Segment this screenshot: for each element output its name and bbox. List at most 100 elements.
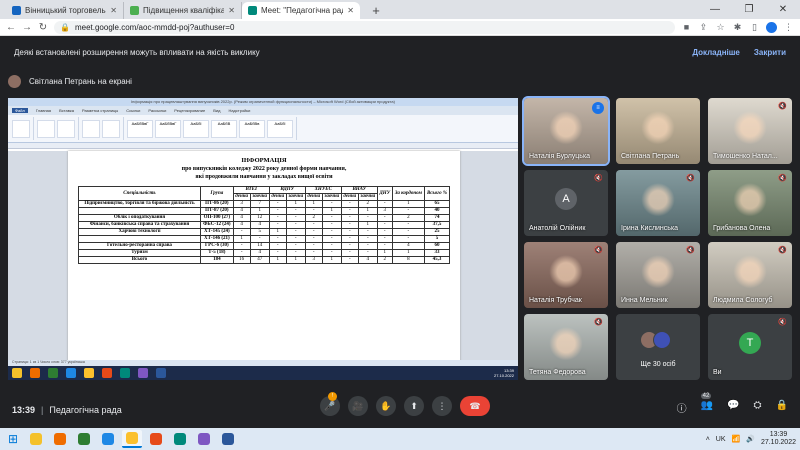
profile-avatar[interactable]	[766, 21, 777, 33]
browser-tab-active[interactable]: Meet: "Педагогічна рада "✕	[242, 2, 360, 19]
cell-group: ПТ-87 (20)	[199, 207, 234, 215]
language-indicator[interactable]: UK	[716, 436, 726, 443]
taskbar-app-icon[interactable]	[194, 430, 214, 448]
back-icon[interactable]: ←	[6, 22, 16, 33]
taskbar-app-icon[interactable]	[146, 430, 166, 448]
extensions-icon[interactable]: ✱	[732, 22, 743, 33]
taskbar-app-icon[interactable]	[26, 430, 46, 448]
activities-icon[interactable]: ⛭	[754, 400, 762, 415]
header-university: ХНУЕС	[304, 186, 342, 194]
chat-icon[interactable]: 💬	[727, 400, 739, 415]
word-ribbon-tab[interactable]: Разметка страницы	[82, 108, 118, 113]
maximize-button[interactable]: ❐	[732, 0, 766, 19]
call-controls: 🎤! 🎥 ✋ ⬆ ⋮ ☎	[320, 392, 490, 416]
participants-grid: Наталія Бурлуцька ≡ Світлана Петрань Тимоше…	[522, 96, 792, 380]
paragraph-group	[82, 117, 124, 140]
word-ribbon-tab[interactable]: Рецензирование	[174, 108, 205, 113]
participant-tile[interactable]: Тетяна Федорова 🔇	[524, 314, 608, 380]
participant-tile[interactable]: Наталія Бурлуцька ≡	[522, 96, 610, 166]
tab-close-icon[interactable]: ✕	[110, 6, 117, 15]
system-tray: ˄ UK 📶 🔊 13:39 27.10.2022	[706, 431, 796, 447]
camera-button[interactable]: 🎥	[348, 396, 368, 416]
more-participants-tile[interactable]: Ще 30 осіб	[616, 314, 700, 380]
bookmark-star-icon[interactable]: ☆	[715, 22, 726, 33]
table-cell: 2	[391, 214, 426, 222]
cell-total: 60	[424, 242, 450, 250]
app-icon	[102, 433, 114, 445]
menu-dots-icon[interactable]: ⋮	[783, 22, 794, 33]
taskbar-app-icon[interactable]	[170, 430, 190, 448]
url-input[interactable]: 🔒 meet.google.com/aoc-mmdd-poj?authuser=…	[54, 20, 675, 34]
details-link[interactable]: Докладніше	[692, 48, 740, 57]
reload-icon[interactable]: ↻	[38, 22, 48, 33]
browser-tab[interactable]: Підвищення кваліфікації✕	[124, 2, 242, 19]
cell-group: ХТ-146 (21)	[199, 235, 234, 243]
participant-tile[interactable]: Ірина Кислинська 🔇	[616, 170, 700, 236]
participant-tile[interactable]: Т Ви 🔇	[708, 314, 792, 380]
table-cell: -	[321, 249, 342, 257]
more-options-button[interactable]: ⋮	[432, 396, 452, 416]
close-window-button[interactable]: ✕	[766, 0, 800, 19]
minimize-button[interactable]: —	[698, 0, 732, 19]
present-button[interactable]: ⬆	[404, 396, 424, 416]
host-controls-icon[interactable]: 🔒	[776, 400, 788, 415]
cell-total: 5	[424, 235, 450, 243]
word-ruler	[8, 143, 518, 149]
share-icon[interactable]: ⇪	[698, 22, 709, 33]
table-cell: -	[304, 207, 323, 215]
header-abroad: За кордоном	[391, 186, 426, 201]
tray-arrow-icon[interactable]: ˄	[706, 436, 710, 443]
people-icon[interactable]: 👥 42	[700, 393, 713, 415]
microphone-button[interactable]: 🎤!	[320, 392, 340, 416]
taskbar-app-icon[interactable]	[50, 430, 70, 448]
participant-tile[interactable]: Грибанова Олена 🔇	[708, 170, 792, 236]
participant-tile[interactable]: Світлана Петрань	[616, 98, 700, 164]
new-tab-button[interactable]: +	[368, 2, 384, 18]
word-ribbon-tab[interactable]: Рассылки	[148, 108, 166, 113]
sidebar-icon[interactable]: ▯	[749, 22, 760, 33]
tab-close-icon[interactable]: ✕	[228, 6, 235, 15]
camera-icon[interactable]: ■	[681, 22, 692, 32]
taskbar-app-icon[interactable]	[122, 430, 142, 448]
participant-tile[interactable]: Людмила Сологуб 🔇	[708, 242, 792, 308]
participant-tile[interactable]: A Анатолій Олійник 🔇	[524, 170, 608, 236]
word-ribbon-tab[interactable]: Надстройки	[228, 108, 250, 113]
more-participants-label: Ще 30 осіб	[640, 361, 676, 368]
table-cell: -	[376, 200, 393, 208]
info-icon[interactable]: ⓘ	[677, 400, 687, 415]
muted-mic-icon: 🔇	[686, 175, 695, 182]
dismiss-link[interactable]: Закрити	[754, 48, 786, 57]
table-cell: -	[376, 214, 393, 222]
start-button[interactable]: ⊞	[4, 430, 22, 448]
browser-tab-strip: Вінницький торговельно-економ✕ Підвищенн…	[0, 0, 800, 19]
table-cell: -	[321, 200, 342, 208]
participant-tile[interactable]: Тимошенко Натал... 🔇	[708, 98, 792, 164]
presenter-label: Світлана Петрань на екрані	[29, 77, 132, 86]
word-ribbon-tab[interactable]: Главная	[36, 108, 51, 113]
word-ribbon-tab[interactable]: Файл	[12, 108, 28, 113]
word-ribbon-tab[interactable]: Ссылки	[126, 108, 140, 113]
font-group	[37, 117, 79, 140]
shared-taskbar: 13:39 27.10.2022	[8, 366, 518, 380]
word-ribbon-tab[interactable]: Вид	[213, 108, 220, 113]
network-icon[interactable]: 📶	[732, 435, 741, 443]
taskbar-app-icon[interactable]	[218, 430, 238, 448]
browser-tab[interactable]: Вінницький торговельно-економ✕	[6, 2, 124, 19]
app-icon	[126, 432, 138, 444]
leave-call-button[interactable]: ☎	[460, 396, 490, 416]
participant-name: Людмила Сологуб	[713, 297, 773, 304]
participant-tile[interactable]: Наталія Трубчак 🔇	[524, 242, 608, 308]
style-preset: АаБбВ	[211, 119, 237, 138]
raise-hand-button[interactable]: ✋	[376, 396, 396, 416]
taskbar-clock[interactable]: 13:39 27.10.2022	[761, 431, 796, 447]
participant-tile[interactable]: Инна Мельник 🔇	[616, 242, 700, 308]
word-ribbon-tab[interactable]: Вставка	[59, 108, 74, 113]
header-form: заочна	[285, 193, 306, 201]
shared-taskbar-app-icon	[84, 368, 94, 378]
taskbar-app-icon[interactable]	[98, 430, 118, 448]
volume-icon[interactable]: 🔊	[746, 435, 755, 443]
taskbar-app-icon[interactable]	[74, 430, 94, 448]
forward-icon[interactable]: →	[22, 22, 32, 33]
table-cell: 4	[357, 256, 378, 264]
tab-close-icon[interactable]: ✕	[347, 6, 354, 15]
